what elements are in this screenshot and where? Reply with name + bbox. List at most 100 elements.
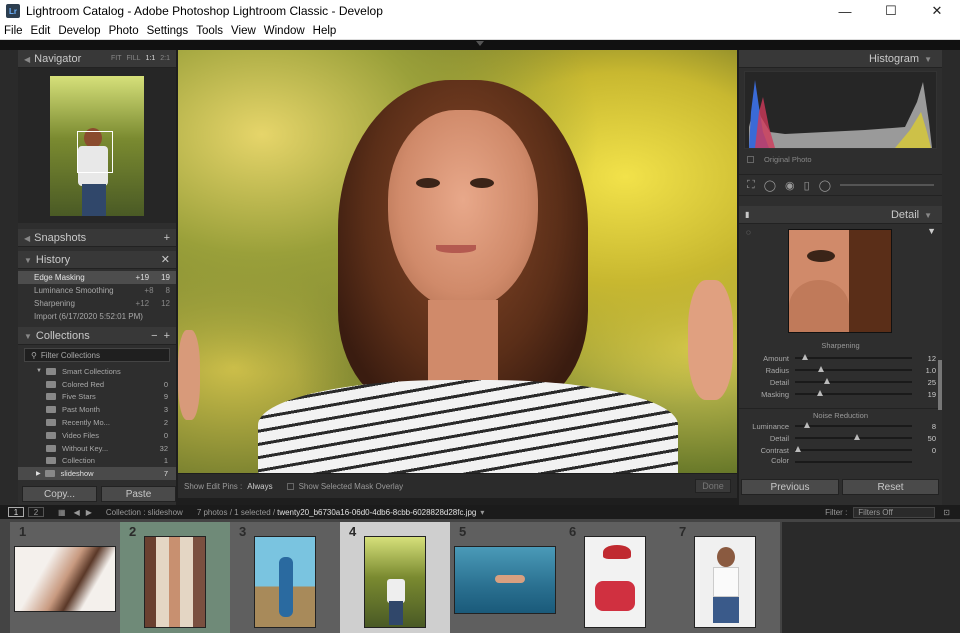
menu-window[interactable]: Window [260,25,309,37]
menu-develop[interactable]: Develop [54,25,104,37]
filmstrip-thumbnail[interactable] [364,536,426,628]
menu-photo[interactable]: Photo [105,25,143,37]
back-arrow-icon[interactable]: ◀ [74,508,80,517]
previous-button[interactable]: Previous [741,479,839,495]
collection-item[interactable]: Video Files 0 [18,429,176,442]
slider-value[interactable]: 50 [912,434,936,443]
slider-value[interactable]: 1.0 [912,366,936,375]
graduated-filter-icon[interactable]: ▯ [804,179,810,192]
spot-removal-icon[interactable]: ◯ [764,179,776,192]
copy-button[interactable]: Copy... [22,486,97,502]
minus-icon[interactable]: − [151,330,157,342]
amount-slider[interactable]: Amount 12 [739,352,942,364]
done-button[interactable]: Done [695,479,731,493]
detail-zoom-preview[interactable] [788,229,892,333]
original-photo-checkbox[interactable] [747,155,754,163]
filmstrip-cell[interactable]: 7 [670,522,780,633]
menu-edit[interactable]: Edit [27,25,55,37]
slider-track[interactable] [795,422,912,428]
history-item[interactable]: Luminance Smoothing +8 8 [18,284,176,297]
history-item[interactable]: Sharpening +12 12 [18,297,176,310]
filter-lock-icon[interactable]: ⊡ [943,508,950,517]
slider-track[interactable] [795,366,912,372]
slider-track[interactable] [795,461,912,463]
menu-tools[interactable]: Tools [192,25,227,37]
masking-slider[interactable]: Masking 19 [739,388,942,400]
filmstrip-cell[interactable]: 1 [10,522,120,633]
menu-view[interactable]: View [227,25,260,37]
collection-item[interactable]: Past Month 3 [18,403,176,416]
panel-scrollbar[interactable] [938,360,942,410]
history-item[interactable]: Edge Masking +19 19 [18,271,176,284]
left-panel-edge[interactable] [0,50,18,505]
paste-button[interactable]: Paste [101,486,176,502]
slider-value[interactable]: 12 [912,354,936,363]
navigator-preview[interactable] [18,68,176,223]
menu-help[interactable]: Help [309,25,341,37]
top-panel-toggle[interactable] [0,40,960,50]
slider-track[interactable] [795,354,912,360]
slider-value[interactable]: 25 [912,378,936,387]
zoom-1-1[interactable]: 1:1 [146,55,156,62]
contrast-slider[interactable]: Contrast 0 [739,444,942,456]
slider-knob[interactable] [795,446,801,452]
collection-item[interactable]: Without Key... 32 [18,442,176,455]
collection-item[interactable]: Recently Mo... 2 [18,416,176,429]
slider-knob[interactable] [817,390,824,396]
zoom-fill[interactable]: FILL [127,55,141,62]
detail-header[interactable]: ▮ Detail ▼ [739,206,942,224]
clear-history-icon[interactable]: ✕ [161,253,170,266]
slider-value[interactable]: 19 [912,390,936,399]
zoom-fit[interactable]: FIT [111,55,122,62]
filename-label[interactable]: twenty20_b6730a16-06d0-4db6-8cbb-6028828… [277,508,476,517]
slider-knob[interactable] [804,422,811,428]
close-icon[interactable]: ✕ [914,0,960,22]
filmstrip-cell[interactable]: 6 [560,522,670,633]
forward-arrow-icon[interactable]: ▶ [86,508,92,517]
slider-track[interactable] [795,390,912,396]
screen-1-button[interactable]: 1 [8,507,24,517]
filmstrip-cell[interactable]: 5 [450,522,560,633]
main-image-view[interactable] [178,50,737,473]
reset-button[interactable]: Reset [842,479,939,495]
smart-collections-group[interactable]: ▼ Smart Collections [18,365,176,378]
slider-value[interactable]: 0 [912,446,936,455]
slider-knob[interactable] [824,378,831,384]
noise-detail-slider[interactable]: Detail 50 [739,432,942,444]
filmstrip-thumbnail[interactable] [584,536,646,628]
dropdown-arrow-icon[interactable]: ▾ [480,508,484,517]
crop-tool-icon[interactable]: ⛶ [747,179,755,192]
slider-track[interactable] [795,378,912,384]
filmstrip-thumbnail[interactable] [694,536,756,628]
red-eye-icon[interactable]: ◉ [785,179,795,192]
filmstrip-thumbnail[interactable] [454,546,556,614]
right-panel-edge[interactable] [942,50,960,505]
slider-knob[interactable] [853,434,860,440]
collection-item[interactable]: ▶ slideshow 7 [18,467,176,481]
filmstrip-cell[interactable]: 4 [340,522,450,633]
slider-track[interactable] [795,446,912,452]
grid-view-icon[interactable]: ▦ [58,508,66,517]
mask-overlay-checkbox[interactable] [286,482,294,490]
slider-knob[interactable] [818,366,825,372]
source-label[interactable]: Collection : slideshow [106,508,183,517]
add-collection-icon[interactable]: + [164,330,170,342]
navigator-header[interactable]: ◀ Navigator FIT FILL 1:1 2:1 [18,50,176,68]
maximize-icon[interactable]: ☐ [868,0,914,22]
slider-value[interactable]: 8 [912,422,936,431]
filter-select[interactable]: Filters Off [853,506,936,518]
detail-slider[interactable]: Detail 25 [739,376,942,388]
color-slider[interactable]: Color [739,456,942,464]
minimize-icon[interactable]: — [822,0,868,22]
filmstrip-thumbnail[interactable] [14,546,116,612]
menu-settings[interactable]: Settings [143,25,193,37]
collection-item[interactable]: Colored Red 0 [18,378,176,391]
slider-track[interactable] [795,434,912,440]
collection-item[interactable]: Five Stars 9 [18,391,176,404]
radial-filter-icon[interactable]: ◯ [819,179,831,192]
filmstrip-cell[interactable]: 3 [230,522,340,633]
add-snapshot-icon[interactable]: + [164,232,170,244]
history-header[interactable]: ▼ History ✕ [18,251,176,269]
histogram-graph[interactable] [744,71,937,149]
panel-toggle-icon[interactable]: ▮ [745,210,749,219]
